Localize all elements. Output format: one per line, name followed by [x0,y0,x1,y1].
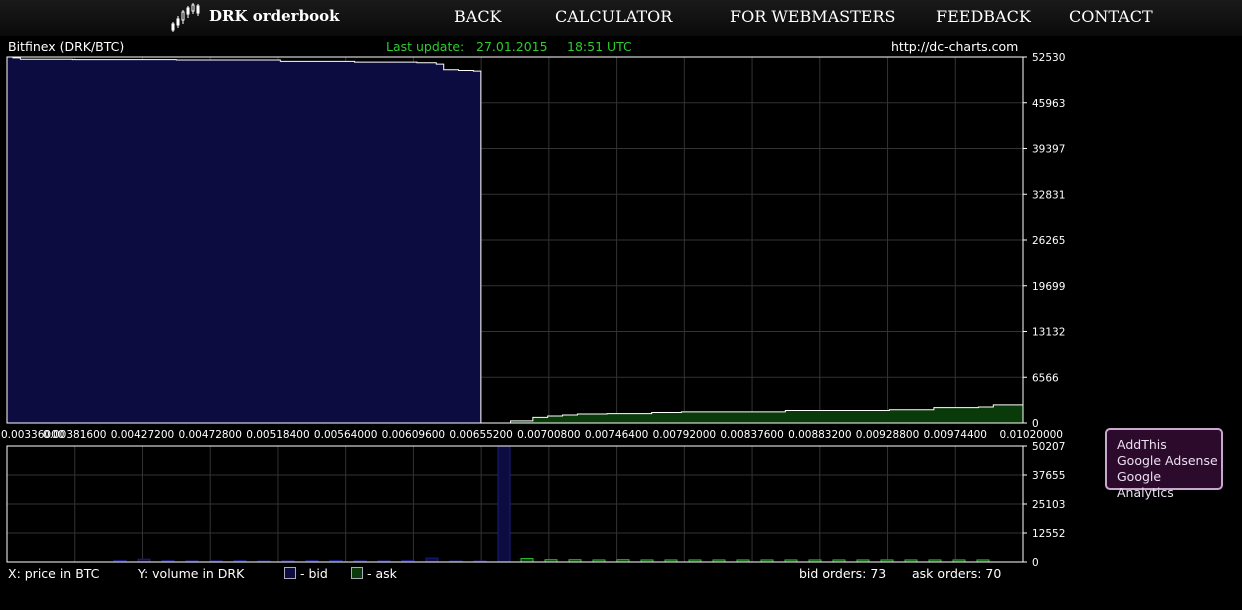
depth-y-tick-label: 19699 [1032,281,1065,293]
bid-legend-label: - bid [300,566,328,581]
depth-y-tick-label: 6566 [1032,372,1059,384]
volume-y-tick-label: 12552 [1032,528,1065,540]
depth-x-tick-label: 0.00518400 [246,429,309,441]
depth-x-tick-label: 0.00700800 [517,429,580,441]
promo-google-adsense[interactable]: Google Adsense [1117,453,1221,469]
promo-box[interactable]: AddThis Google Adsense Google Analytics [1105,428,1223,500]
depth-y-tick-label: 52530 [1032,52,1065,64]
ask-orders-count: ask orders: 70 [912,566,1002,581]
depth-y-tick-label: 0 [1032,418,1039,430]
volume-y-tick-label: 50207 [1032,441,1065,453]
bid-depth-area [6,56,482,424]
bid-legend-swatch [284,567,296,579]
nav-for-webmasters-link[interactable]: FOR WEBMASTERS [730,7,896,26]
y-axis-legend: Y: volume in DRK [138,566,245,581]
depth-y-tick-label: 39397 [1032,144,1065,156]
page-title: DRK orderbook [209,7,340,25]
ask-volume-bar [520,558,534,563]
depth-y-tick-label: 26265 [1032,235,1065,247]
top-navigation-bar: DRK orderbook BACK CALCULATOR FOR WEBMAS… [0,0,1242,36]
volume-y-tick-label: 25103 [1032,499,1065,511]
promo-google-analytics[interactable]: Google Analytics [1117,469,1221,501]
volume-y-tick-label: 37655 [1032,470,1065,482]
depth-x-tick-label: 0.00564000 [314,429,377,441]
depth-y-tick-label: 32831 [1032,189,1065,201]
volume-y-tick-label: 0 [1032,557,1039,566]
ask-legend-label: - ask [367,566,397,581]
depth-x-tick-label: 0.00974400 [924,429,987,441]
depth-y-tick-label: 45963 [1032,98,1065,110]
depth-x-tick-label: 0.00655200 [449,429,512,441]
depth-x-tick-label: 0.00472800 [178,429,241,441]
bid-volume-bar [425,557,439,563]
bid-orders-count: bid orders: 73 [799,566,887,581]
nav-contact-link[interactable]: CONTACT [1069,7,1153,26]
depth-x-tick-label: 0.00427200 [111,429,174,441]
nav-back-link[interactable]: BACK [454,7,502,26]
nav-feedback-link[interactable]: FEEDBACK [936,7,1031,26]
depth-y-tick-label: 13132 [1032,327,1065,339]
depth-x-tick-label: 0.00928800 [856,429,919,441]
depth-x-tick-label: 0.01020000 [1000,429,1063,441]
nav-calculator-link[interactable]: CALCULATOR [555,7,672,26]
depth-x-tick-label: 0.00381600 [43,429,106,441]
bid-volume-bar [497,445,511,563]
depth-x-tick-label: 0.00746400 [585,429,648,441]
orderbook-chart: 0.003360000.00381600 0.00427200 0.00472800… [1,52,1065,566]
depth-x-tick-label: 0.00883200 [788,429,851,441]
candlestick-logo-icon [171,3,200,32]
depth-x-tick-label: 0.00837600 [720,429,783,441]
depth-x-tick-label: 0.00609600 [382,429,445,441]
depth-x-tick-label: 0.00792000 [653,429,716,441]
promo-addthis[interactable]: AddThis [1117,437,1221,453]
x-axis-legend: X: price in BTC [8,566,100,581]
ask-legend-swatch [351,567,363,579]
